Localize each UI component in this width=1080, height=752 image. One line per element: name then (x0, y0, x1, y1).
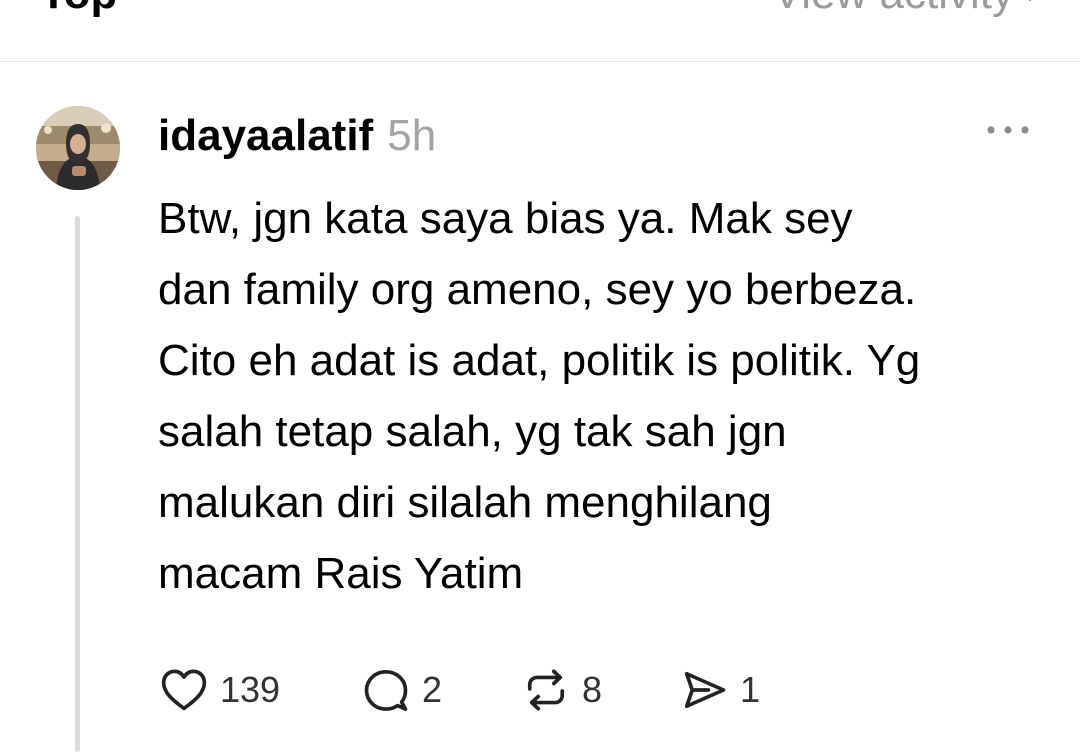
share-button[interactable]: 1 (678, 664, 760, 716)
post-text: Btw, jgn kata saya bias ya. Mak sey dan … (158, 194, 921, 598)
view-activity-link[interactable]: View activity (773, 0, 1014, 16)
post-header: idayaalatif 5h (158, 108, 436, 164)
chevron-right-icon[interactable] (1022, 0, 1046, 4)
heart-icon (161, 669, 207, 711)
more-horizontal-icon[interactable] (982, 116, 1034, 144)
username[interactable]: idayaalatif (158, 108, 373, 164)
sort-dropdown-label[interactable]: Top (40, 0, 117, 16)
like-count: 139 (220, 669, 281, 710)
repost-count: 8 (582, 669, 603, 710)
like-button[interactable]: 139 (158, 664, 280, 716)
reply-count: 2 (422, 669, 443, 710)
chevron-down-icon[interactable] (144, 0, 170, 6)
avatar-photo (36, 106, 120, 190)
repost-button[interactable]: 8 (520, 664, 602, 716)
timestamp: 5h (387, 111, 437, 160)
top-bar: Top View activity (0, 0, 1080, 62)
send-icon (684, 671, 726, 709)
reply-button[interactable]: 2 (360, 664, 442, 716)
share-count: 1 (740, 669, 761, 710)
thread-line (75, 216, 80, 752)
avatar[interactable] (36, 106, 120, 190)
comment-bubble-icon (364, 669, 408, 711)
repost-arrows-icon (527, 669, 565, 711)
